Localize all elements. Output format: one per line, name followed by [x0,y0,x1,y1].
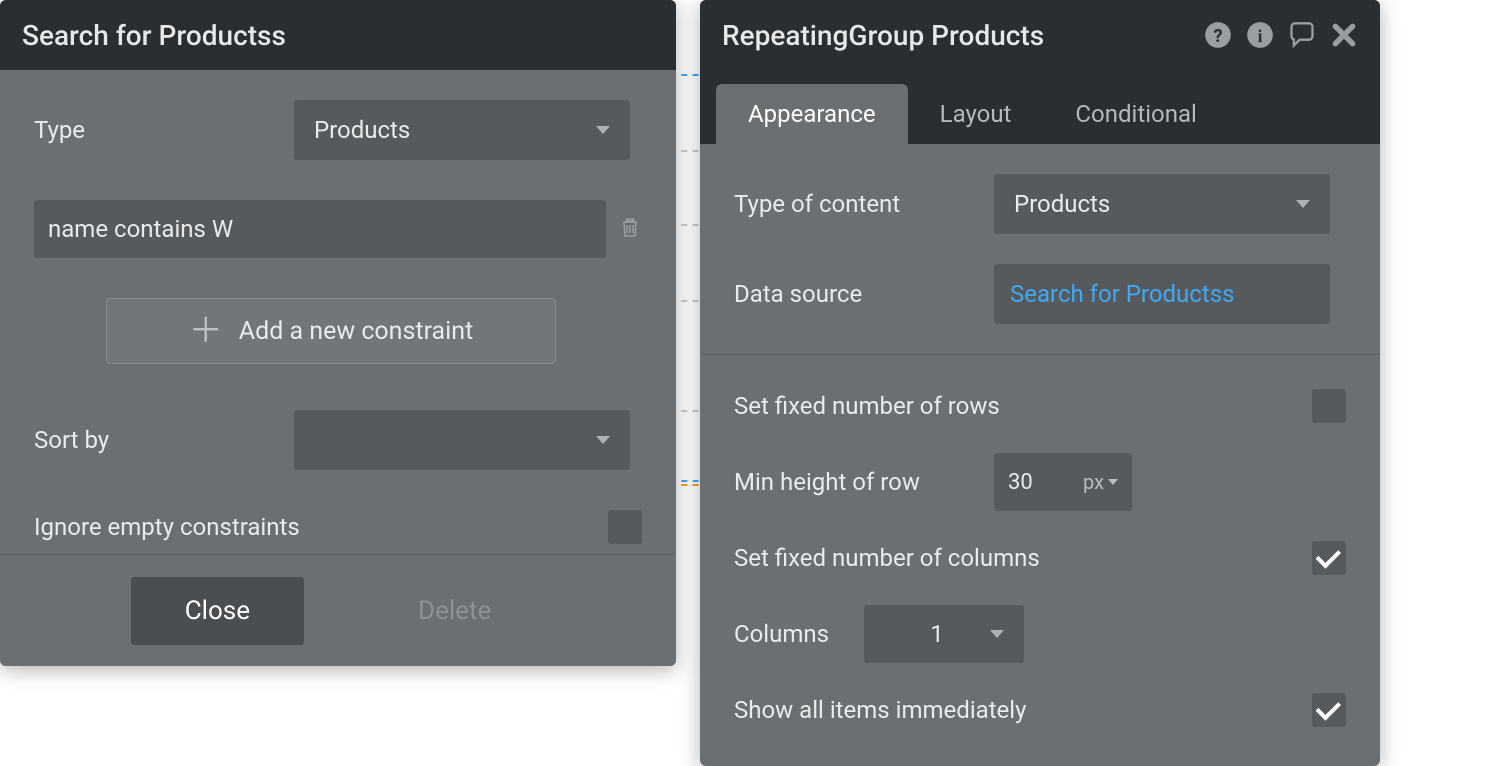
fixed-cols-row: Set fixed number of columns [734,541,1346,575]
min-height-unit-text: px [1083,470,1104,494]
show-all-row: Show all items immediately [734,693,1346,727]
close-icon[interactable] [1330,21,1358,49]
comment-icon[interactable] [1288,21,1316,49]
add-constraint-button[interactable]: ＋ Add a new constraint [106,298,556,364]
trash-icon[interactable] [618,213,642,245]
type-row: Type Products [34,100,642,160]
help-icon[interactable]: ? [1204,21,1232,49]
ignore-empty-label: Ignore empty constraints [34,513,608,541]
search-panel-footer: Close Delete [0,554,676,666]
data-source-row: Data source Search for Productss [734,264,1346,324]
data-source-label: Data source [734,280,994,308]
constraint-row: name contains W [34,200,642,258]
chevron-down-icon [596,126,610,134]
fixed-rows-label: Set fixed number of rows [734,392,1312,420]
columns-row: Columns 1 [734,605,1346,663]
constraint-expression[interactable]: name contains W [34,200,606,258]
chevron-down-icon [596,436,610,444]
plus-icon: ＋ [189,314,223,348]
close-button[interactable]: Close [131,577,304,645]
tab-layout[interactable]: Layout [908,84,1044,144]
type-of-content-row: Type of content Products [734,174,1346,234]
tab-conditional[interactable]: Conditional [1043,84,1228,144]
search-panel-body: Type Products name contains W ＋ Add a ne… [0,70,676,574]
info-icon[interactable]: i [1246,21,1274,49]
tab-appearance[interactable]: Appearance [716,84,908,144]
min-height-input[interactable]: 30 px [994,453,1132,511]
constraint-text: name contains W [48,215,233,243]
tab-layout-label: Layout [940,100,1012,128]
svg-text:?: ? [1213,25,1222,47]
type-of-content-value: Products [1014,190,1110,218]
tab-conditional-label: Conditional [1075,100,1196,128]
element-panel: RepeatingGroup Products ? i Appearance L… [700,0,1380,766]
delete-button[interactable]: Delete [364,577,545,645]
delete-button-label: Delete [418,596,491,626]
fixed-rows-row: Set fixed number of rows [734,389,1346,423]
add-constraint-label: Add a new constraint [239,317,473,346]
element-panel-body: Type of content Products Data source Sea… [700,144,1380,757]
type-dropdown[interactable]: Products [294,100,630,160]
sortby-row: Sort by [34,410,642,470]
sortby-dropdown[interactable] [294,410,630,470]
divider [700,354,1380,355]
element-panel-header: RepeatingGroup Products ? i [700,0,1380,70]
chevron-down-icon [1296,200,1310,208]
columns-value: 1 [884,620,990,648]
sortby-label: Sort by [34,426,294,454]
header-icons: ? i [1204,21,1358,49]
search-panel: Search for Productss Type Products name … [0,0,676,666]
columns-dropdown[interactable]: 1 [864,605,1024,663]
data-source-value: Search for Productss [1010,280,1234,308]
close-button-label: Close [185,596,250,626]
search-panel-title: Search for Productss [22,19,654,52]
show-all-checkbox[interactable] [1312,693,1346,727]
ignore-empty-row: Ignore empty constraints [34,510,642,544]
fixed-cols-label: Set fixed number of columns [734,544,1312,572]
columns-label: Columns [734,620,864,648]
type-label: Type [34,116,294,144]
ignore-empty-checkbox[interactable] [608,510,642,544]
svg-text:i: i [1258,26,1263,46]
type-of-content-label: Type of content [734,190,994,218]
chevron-down-icon [1108,479,1118,485]
fixed-cols-checkbox[interactable] [1312,541,1346,575]
tab-appearance-label: Appearance [748,100,876,128]
type-dropdown-value: Products [314,116,410,144]
type-of-content-dropdown[interactable]: Products [994,174,1330,234]
fixed-rows-checkbox[interactable] [1312,389,1346,423]
chevron-down-icon [990,630,1004,638]
min-height-unit[interactable]: px [1083,470,1118,494]
data-source-value-box[interactable]: Search for Productss [994,264,1330,324]
element-panel-title: RepeatingGroup Products [722,19,1204,52]
min-height-value: 30 [1008,470,1073,495]
search-panel-header: Search for Productss [0,0,676,70]
show-all-label: Show all items immediately [734,696,1312,724]
min-height-row: Min height of row 30 px [734,453,1346,511]
tabs: Appearance Layout Conditional [700,70,1380,144]
min-height-label: Min height of row [734,468,994,496]
